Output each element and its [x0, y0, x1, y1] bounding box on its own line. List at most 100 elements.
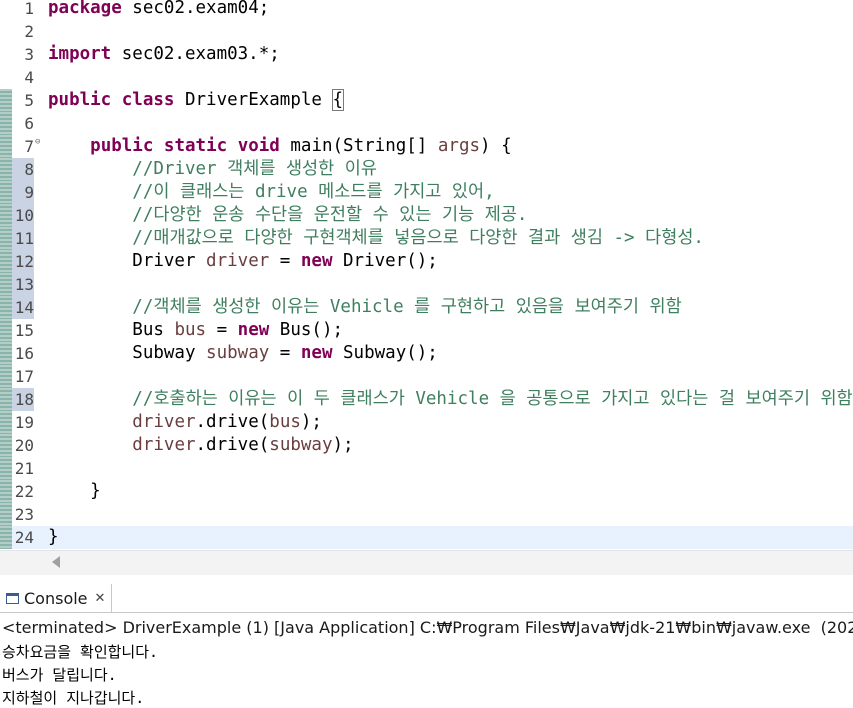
change-marker — [0, 319, 12, 342]
code-token: = — [269, 343, 301, 363]
keyword-token: import — [48, 44, 112, 64]
code-token: .drive( — [195, 412, 270, 432]
code-line[interactable]: 5 public class DriverExample { — [0, 89, 853, 112]
code-line[interactable]: 20 driver.drive(subway); — [0, 434, 853, 457]
code-line[interactable]: 17 — [0, 365, 853, 388]
code-line[interactable]: 4 — [0, 66, 853, 89]
code-line[interactable]: 10 //다양한 운송 수단을 운전할 수 있는 기능 제공. — [0, 204, 853, 227]
keyword-token: package — [48, 0, 122, 18]
code-line[interactable]: 14 //객체를 생성한 이유는 Vehicle 를 구현하고 있음을 보여주기… — [0, 296, 853, 319]
console-output-line: 승차요금을 확인합니다. — [2, 643, 159, 661]
code-line[interactable]: 22 } — [0, 480, 853, 503]
code-token: ) { — [480, 136, 512, 156]
keyword-token: public — [48, 90, 112, 110]
line-number: 5 — [24, 91, 34, 110]
line-number: 15 — [14, 321, 34, 340]
code-text: //다양한 운송 수단을 운전할 수 있는 기능 제공. — [48, 204, 527, 227]
variable-token: subway — [206, 343, 270, 363]
code-token: Bus(); — [269, 320, 344, 340]
code-token: main(String[] — [279, 136, 438, 156]
variable-token: args — [437, 136, 481, 156]
line-number: 13 — [14, 275, 34, 294]
variable-token: subway — [269, 435, 333, 455]
keyword-token: new — [300, 343, 333, 363]
code-line[interactable]: 8 //Driver 객체를 생성한 이유 — [0, 158, 853, 181]
code-line[interactable]: 11 //매개값으로 다양한 구현객체를 넣음으로 다양한 결과 생김 -> 다… — [0, 227, 853, 250]
tab-console[interactable]: Console ✕ — [0, 584, 113, 612]
keyword-token: new — [237, 320, 270, 340]
line-number: 23 — [14, 505, 34, 524]
line-number: 12 — [14, 252, 34, 271]
code-text: driver.drive(subway); — [48, 434, 354, 457]
close-icon[interactable]: ✕ — [95, 591, 106, 606]
code-line[interactable]: 19 driver.drive(bus); — [0, 411, 853, 434]
line-number: 10 — [14, 206, 34, 225]
code-token: } — [48, 481, 101, 501]
line-number: 4 — [24, 68, 34, 87]
change-marker — [0, 273, 12, 296]
code-token: DriverExample — [174, 90, 333, 110]
code-line[interactable]: 23 — [0, 503, 853, 526]
change-marker — [0, 158, 12, 181]
variable-token: bus — [174, 320, 207, 340]
code-line[interactable]: 3 import sec02.exam03.*; — [0, 43, 853, 66]
line-number: 7 — [24, 137, 34, 156]
line-number: 19 — [14, 413, 34, 432]
keyword-token: static — [163, 136, 228, 156]
line-number: 8 — [24, 160, 34, 179]
keyword-token: public — [90, 136, 154, 156]
code-text: public static void main(String[] args) { — [48, 135, 512, 158]
change-marker — [0, 181, 12, 204]
code-text: //호출하는 이유는 이 두 클래스가 Vehicle 을 공통으로 가지고 있… — [48, 388, 853, 411]
change-marker — [0, 112, 12, 135]
line-number: 14 — [14, 298, 34, 317]
code-token: ); — [332, 435, 354, 455]
change-marker — [0, 526, 12, 549]
code-line[interactable]: 16 Subway subway = new Subway(); — [0, 342, 853, 365]
line-number: 2 — [24, 22, 34, 41]
code-token: = — [269, 251, 301, 271]
code-line[interactable]: 7 ⊖ public static void main(String[] args… — [0, 135, 853, 158]
code-line[interactable]: 1 package sec02.exam04; — [0, 0, 853, 20]
code-editor[interactable]: 1 package sec02.exam04; 2 3 import sec02.exa… — [0, 0, 853, 550]
code-line[interactable]: 12 Driver driver = new Driver(); — [0, 250, 853, 273]
comment-token: //매개값으로 다양한 구현객체를 넣음으로 다양한 결과 생김 -> 다형성. — [132, 228, 704, 248]
code-line[interactable]: 21 — [0, 457, 853, 480]
code-line[interactable]: 18 //호출하는 이유는 이 두 클래스가 Vehicle 을 공통으로 가지… — [0, 388, 853, 411]
comment-token: //Driver 객체를 생성한 이유 — [132, 159, 377, 179]
change-marker — [0, 89, 12, 112]
code-text: Driver driver = new Driver(); — [48, 250, 438, 273]
code-line[interactable]: 9 //이 클래스는 drive 메소드를 가지고 있어, — [0, 181, 853, 204]
line-number: 24 — [14, 528, 34, 547]
change-marker — [0, 227, 12, 250]
code-line[interactable]: 24} — [0, 526, 853, 549]
code-text: public class DriverExample { — [48, 89, 345, 112]
code-token: } — [48, 527, 59, 547]
code-text: //매개값으로 다양한 구현객체를 넣음으로 다양한 결과 생김 -> 다형성. — [48, 227, 704, 250]
change-marker — [0, 503, 12, 526]
comment-token: //이 클래스는 drive 메소드를 가지고 있어, — [132, 182, 495, 202]
console-output-area[interactable]: <terminated> DriverExample (1) [Java App… — [0, 613, 853, 707]
code-line[interactable]: 2 — [0, 20, 853, 43]
code-token: .drive( — [195, 435, 270, 455]
horizontal-scrollbar[interactable] — [0, 550, 853, 575]
scroll-left-arrow-icon[interactable] — [52, 556, 60, 568]
code-token: Driver — [48, 251, 207, 271]
code-text: } — [48, 526, 59, 549]
code-token: Subway(); — [332, 343, 438, 363]
keyword-token: new — [300, 251, 333, 271]
code-text: driver.drive(bus); — [48, 411, 322, 434]
fold-toggle-icon[interactable]: ⊖ — [35, 137, 40, 147]
code-line[interactable]: 15 Bus bus = new Bus(); — [0, 319, 853, 342]
code-line[interactable]: 13 — [0, 273, 853, 296]
code-token: sec02.exam04; — [121, 0, 270, 18]
code-line[interactable]: 6 — [0, 112, 853, 135]
